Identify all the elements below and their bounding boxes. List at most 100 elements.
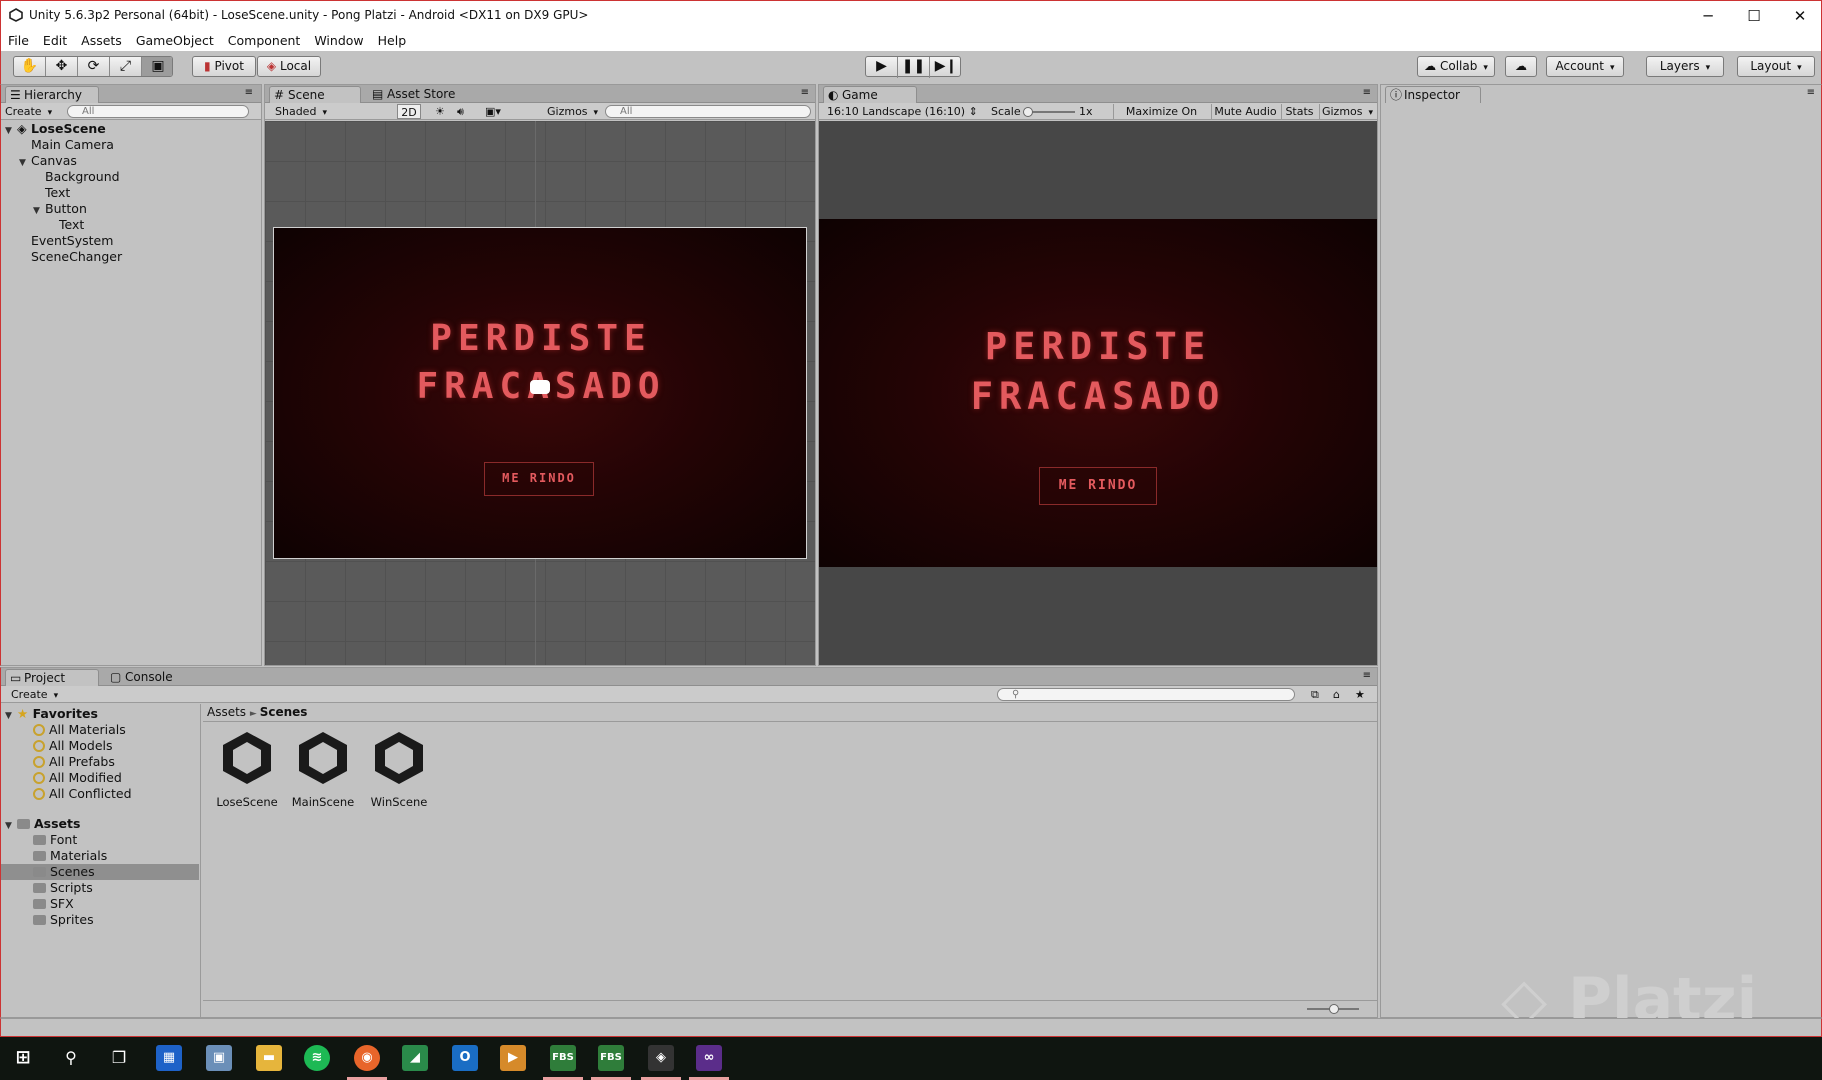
project-create-button[interactable]: Create bbox=[11, 687, 58, 702]
menu-help[interactable]: Help bbox=[371, 30, 414, 48]
folder-item[interactable]: SFX bbox=[1, 896, 199, 912]
media-player-icon[interactable]: ▶ bbox=[500, 1045, 526, 1071]
minimize-button[interactable]: ─ bbox=[1685, 1, 1731, 31]
pivot-toggle[interactable]: ▮ Pivot bbox=[192, 56, 256, 77]
firefox-icon[interactable]: ◉ bbox=[354, 1045, 380, 1071]
favorite-item[interactable]: All Prefabs bbox=[33, 754, 115, 770]
assets-header[interactable]: ▼ Assets bbox=[5, 816, 80, 832]
tab-hierarchy[interactable]: ☰ Hierarchy bbox=[5, 86, 99, 103]
maximize-button[interactable]: ☐ bbox=[1731, 1, 1777, 31]
maximize-on-play-toggle[interactable]: Maximize On Play bbox=[1113, 104, 1209, 133]
asset-item[interactable]: MainScene bbox=[283, 728, 363, 809]
favorite-item[interactable]: All Models bbox=[33, 738, 113, 754]
scene-root-item[interactable]: ▼ ◈ LoseScene bbox=[5, 121, 106, 137]
search-icon[interactable]: ⚲ bbox=[58, 1045, 84, 1071]
hierarchy-item[interactable]: Background bbox=[33, 169, 120, 185]
hierarchy-item[interactable]: ▼ Button bbox=[33, 201, 87, 217]
2d-toggle[interactable]: 2D bbox=[397, 104, 421, 119]
expand-icon[interactable]: ▼ bbox=[5, 123, 17, 139]
spotify-icon[interactable]: ≋ bbox=[304, 1045, 330, 1071]
folder-item[interactable]: Materials bbox=[1, 848, 199, 864]
asset-item[interactable]: LoseScene bbox=[207, 728, 287, 809]
fbs-icon-2[interactable]: FBS bbox=[598, 1045, 624, 1071]
panel-menu-icon[interactable]: ≡ bbox=[1363, 87, 1371, 98]
scale-slider-thumb[interactable] bbox=[1023, 107, 1033, 117]
scene-gizmos-dropdown[interactable]: Gizmos bbox=[547, 104, 598, 119]
effects-icon[interactable]: ▣▾ bbox=[485, 104, 501, 119]
game-button[interactable]: ME RINDO bbox=[1039, 467, 1157, 505]
project-search-input[interactable]: ⚲ bbox=[997, 688, 1295, 701]
panel-menu-icon[interactable]: ≡ bbox=[1807, 87, 1815, 98]
windows-start-icon[interactable]: ⊞ bbox=[10, 1045, 36, 1071]
folder-item[interactable]: Scenes bbox=[1, 864, 199, 880]
menu-edit[interactable]: Edit bbox=[36, 30, 74, 48]
layers-dropdown[interactable]: Layers bbox=[1646, 56, 1724, 77]
rect-tool-icon[interactable]: ▣ bbox=[142, 57, 172, 76]
icon-size-thumb[interactable] bbox=[1329, 1004, 1339, 1014]
favorite-star-icon[interactable]: ★ bbox=[1355, 687, 1365, 702]
scale-tool-icon[interactable]: ⤢ bbox=[110, 57, 142, 76]
lighting-icon[interactable]: ☀ bbox=[435, 104, 445, 119]
collab-dropdown[interactable]: ☁ Collab bbox=[1417, 56, 1495, 77]
file-explorer-icon[interactable]: ▬ bbox=[256, 1045, 282, 1071]
asset-item[interactable]: WinScene bbox=[359, 728, 439, 809]
scene-button[interactable]: ME RINDO bbox=[484, 462, 594, 496]
visual-studio-icon[interactable]: ∞ bbox=[696, 1045, 722, 1071]
close-button[interactable]: ✕ bbox=[1777, 1, 1822, 31]
menu-component[interactable]: Component bbox=[221, 30, 308, 48]
panel-menu-icon[interactable]: ≡ bbox=[245, 87, 253, 98]
tab-console[interactable]: ▢ Console bbox=[107, 669, 197, 686]
unity-icon[interactable]: ◈ bbox=[648, 1045, 674, 1071]
photos-icon[interactable]: ▣ bbox=[206, 1045, 232, 1071]
tab-game[interactable]: ◐ Game bbox=[823, 86, 917, 103]
scene-canvas-rect[interactable]: PERDISTE FRACASADO ME RINDO bbox=[273, 227, 807, 559]
filter-type-icon[interactable]: ⧉ bbox=[1311, 687, 1319, 702]
breadcrumb-scenes[interactable]: Scenes bbox=[260, 705, 308, 719]
menu-assets[interactable]: Assets bbox=[74, 30, 129, 48]
favorite-item[interactable]: All Materials bbox=[33, 722, 126, 738]
local-toggle[interactable]: ◈ Local bbox=[257, 56, 321, 77]
hierarchy-search-input[interactable]: All bbox=[67, 105, 249, 118]
scene-viewport[interactable]: PERDISTE FRACASADO ME RINDO bbox=[265, 121, 815, 665]
hierarchy-item[interactable]: Text bbox=[33, 185, 70, 201]
breadcrumb-assets[interactable]: Assets bbox=[207, 705, 246, 719]
filter-label-icon[interactable]: ⌂ bbox=[1333, 687, 1340, 702]
game-gizmos-dropdown[interactable]: Gizmos bbox=[1319, 104, 1375, 119]
hierarchy-item[interactable]: Main Camera bbox=[19, 137, 114, 153]
tab-inspector[interactable]: ⓘ Inspector bbox=[1385, 86, 1481, 103]
play-button[interactable]: ▶ bbox=[866, 57, 898, 78]
task-view-icon[interactable]: ❐ bbox=[106, 1045, 132, 1071]
hand-tool-icon[interactable]: ✋ bbox=[14, 57, 46, 76]
folder-item[interactable]: Scripts bbox=[1, 880, 199, 896]
folder-item[interactable]: Sprites bbox=[1, 912, 199, 928]
panel-menu-icon[interactable]: ≡ bbox=[1363, 670, 1371, 681]
aspect-dropdown[interactable]: 16:10 Landscape (16:10) ⇕ bbox=[827, 104, 983, 119]
shading-dropdown[interactable]: Shaded bbox=[275, 104, 385, 119]
menu-file[interactable]: File bbox=[1, 30, 36, 48]
rotate-tool-icon[interactable]: ⟳ bbox=[78, 57, 110, 76]
hierarchy-create-button[interactable]: Create bbox=[5, 104, 52, 119]
fbs-icon[interactable]: FBS bbox=[550, 1045, 576, 1071]
app-grid-icon[interactable]: ▦ bbox=[156, 1045, 182, 1071]
favorites-header[interactable]: ▼ ★ Favorites bbox=[5, 706, 98, 722]
hierarchy-item[interactable]: ▼ Canvas bbox=[19, 153, 77, 169]
expand-icon[interactable]: ▼ bbox=[33, 203, 45, 219]
step-button[interactable]: ▶❙ bbox=[930, 57, 962, 78]
expand-icon[interactable]: ▼ bbox=[19, 155, 31, 171]
stats-toggle[interactable]: Stats bbox=[1281, 104, 1317, 119]
camera-gizmo-icon[interactable] bbox=[530, 380, 550, 394]
favorite-item[interactable]: All Conflicted bbox=[33, 786, 132, 802]
menu-gameobject[interactable]: GameObject bbox=[129, 30, 221, 48]
panel-menu-icon[interactable]: ≡ bbox=[801, 87, 809, 98]
outlook-icon[interactable]: O bbox=[452, 1045, 478, 1071]
mute-audio-toggle[interactable]: Mute Audio bbox=[1211, 104, 1279, 119]
folder-item[interactable]: Font bbox=[1, 832, 199, 848]
favorite-item[interactable]: All Modified bbox=[33, 770, 122, 786]
scene-search-input[interactable]: All bbox=[605, 105, 811, 118]
expand-icon[interactable]: ▼ bbox=[5, 708, 17, 724]
account-dropdown[interactable]: Account bbox=[1546, 56, 1624, 77]
audio-icon[interactable]: 🔊︎ bbox=[457, 104, 464, 119]
tab-scene[interactable]: # Scene bbox=[269, 86, 361, 103]
menu-window[interactable]: Window bbox=[307, 30, 370, 48]
chart-app-icon[interactable]: ◢ bbox=[402, 1045, 428, 1071]
